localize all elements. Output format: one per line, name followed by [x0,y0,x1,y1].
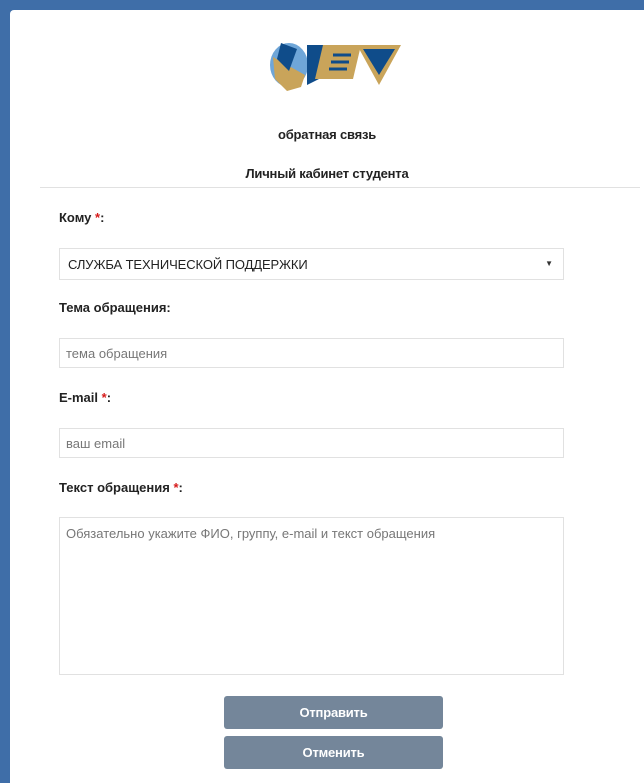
dropdown-arrow-icon[interactable]: ▼ [545,259,553,268]
to-label: Кому *: [59,210,104,225]
university-logo [270,43,401,91]
header-divider [40,187,640,188]
recipient-select[interactable]: СЛУЖБА ТЕХНИЧЕСКОЙ ПОДДЕРЖКИ ▼ [59,248,564,280]
subject-field[interactable] [59,338,564,368]
message-field[interactable] [59,517,564,675]
recipient-selected-value: СЛУЖБА ТЕХНИЧЕСКОЙ ПОДДЕРЖКИ [68,257,308,272]
email-label-text: E-mail [59,390,99,405]
message-label: Текст обращения *: [59,480,183,495]
email-label: E-mail *: [59,390,111,405]
message-label-text: Текст обращения [59,480,170,495]
to-label-colon: : [100,210,105,225]
page-subtitle: обратная связь [277,127,377,142]
to-label-text: Кому [59,210,92,225]
feedback-panel: обратная связь Личный кабинет студента К… [10,10,644,783]
cabinet-title: Личный кабинет студента [245,166,409,181]
subject-label: Тема обращения: [59,300,171,315]
message-textarea[interactable] [60,518,563,674]
email-label-colon: : [106,390,112,405]
submit-button[interactable]: Отправить [224,696,443,729]
cancel-button[interactable]: Отменить [224,736,443,769]
message-label-colon: : [178,480,183,495]
email-field[interactable] [59,428,564,458]
subject-input[interactable] [60,339,563,367]
email-input[interactable] [60,429,563,457]
